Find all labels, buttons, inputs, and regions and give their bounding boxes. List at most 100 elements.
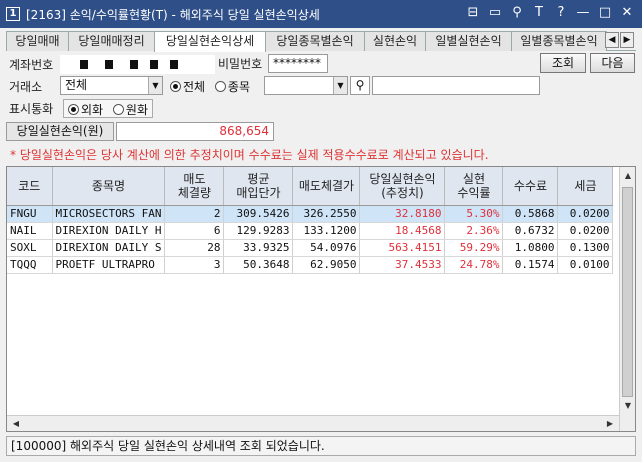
vertical-scrollbar[interactable]: ▲ ▼ [619, 167, 635, 431]
tab-daily-item-pnl[interactable]: 당일종목별손익 [265, 31, 365, 51]
window-icon[interactable]: ▭ [486, 4, 504, 22]
font-size-icon[interactable]: T [530, 4, 548, 22]
cell-avg: 129.9283 [223, 222, 294, 240]
cell-qty: 3 [164, 256, 225, 274]
cell-code: SOXL [7, 239, 53, 257]
cell-sell: 62.9050 [292, 256, 361, 274]
exchange-select[interactable]: 전체 ▼ [60, 76, 163, 95]
result-table: 코드 종목명 매도 체결량 평균 매입단가 매도체결가 당일실현손익 (추정치)… [7, 167, 614, 274]
title-bar: 1 [2163] 손익/수익률현황(T) - 해외주식 당일 실현손익상세 ⊟ … [0, 0, 642, 28]
horizontal-scrollbar[interactable]: ◀ ▶ [7, 415, 619, 431]
tab-left-icon[interactable]: ◀ [605, 32, 619, 48]
table-row[interactable]: SOXL DIREXION DAILY S 28 33.9325 54.0976… [7, 239, 614, 257]
currency-radio-group: 외화 원화 [63, 99, 154, 118]
col-sell-qty[interactable]: 매도 체결량 [164, 167, 225, 206]
summary-value: 868,654 [116, 122, 274, 141]
tab-daily-trade[interactable]: 당일매매 [6, 31, 69, 51]
currency-foreign-label: 외화 [81, 103, 104, 117]
notice-text: * 당일실현손익은 당사 계산에 의한 추정치이며 수수료는 실제 적용수수료로… [10, 148, 489, 162]
pin-icon[interactable]: ⚲ [508, 4, 526, 22]
cell-tax: 0.0200 [557, 222, 614, 240]
cell-pnl: 37.4533 [359, 256, 446, 274]
result-grid: 코드 종목명 매도 체결량 평균 매입단가 매도체결가 당일실현손익 (추정치)… [6, 166, 636, 432]
item-code-select[interactable]: ▼ [264, 76, 348, 95]
tab-right-icon[interactable]: ▶ [620, 32, 634, 48]
window-controls: ⊟ ▭ ⚲ T ? — □ ✕ [464, 4, 636, 22]
table-row[interactable]: NAIL DIREXION DAILY H 6 129.9283 133.120… [7, 222, 614, 240]
app-icon: 1 [6, 7, 20, 21]
tab-daily-item-realized[interactable]: 일별종목별손익 [511, 31, 607, 51]
cell-name: DIREXION DAILY S [52, 239, 166, 257]
cell-code: NAIL [7, 222, 53, 240]
cell-fee: 0.1574 [502, 256, 559, 274]
query-button[interactable]: 조회 [540, 53, 586, 73]
cell-sell: 326.2550 [292, 205, 361, 223]
cell-name: MICROSECTORS FAN [52, 205, 166, 223]
next-button[interactable]: 다음 [590, 53, 635, 73]
account-number-field[interactable] [60, 55, 215, 74]
cell-pnl: 18.4568 [359, 222, 446, 240]
tile-icon[interactable]: ⊟ [464, 4, 482, 22]
password-field[interactable]: ******** [268, 54, 328, 73]
cell-tax: 0.0200 [557, 205, 614, 223]
cell-rate: 24.78% [444, 256, 504, 274]
table-header-row: 코드 종목명 매도 체결량 평균 매입단가 매도체결가 당일실현손익 (추정치)… [7, 167, 614, 206]
scope-item-label: 종목 [227, 80, 251, 94]
cell-rate: 5.30% [444, 205, 504, 223]
exchange-value: 전체 [65, 78, 88, 92]
scroll-right-icon[interactable]: ▶ [603, 417, 617, 431]
item-name-field [372, 76, 540, 95]
col-avg-price[interactable]: 평균 매입단가 [223, 167, 294, 206]
cell-sell: 133.1200 [292, 222, 361, 240]
currency-won-radio[interactable] [112, 104, 124, 115]
tab-daily-trade-summary[interactable]: 당일매매정리 [68, 31, 155, 51]
cell-qty: 28 [164, 239, 225, 257]
cell-avg: 33.9325 [223, 239, 294, 257]
col-realized-pnl[interactable]: 당일실현손익 (추정치) [359, 167, 446, 206]
cell-sell: 54.0976 [292, 239, 361, 257]
summary-label: 당일실현손익(원) [6, 122, 114, 141]
scroll-down-icon[interactable]: ▼ [621, 399, 635, 413]
cell-tax: 0.0100 [557, 256, 614, 274]
col-sell-price[interactable]: 매도체결가 [292, 167, 361, 206]
cell-code: FNGU [7, 205, 53, 223]
currency-foreign-radio[interactable] [68, 104, 79, 115]
cell-fee: 0.6732 [502, 222, 559, 240]
help-icon[interactable]: ? [552, 4, 570, 22]
close-icon[interactable]: ✕ [618, 4, 636, 22]
col-fee[interactable]: 수수료 [502, 167, 559, 206]
tab-daily-realized-detail[interactable]: 당일실현손익상세 [154, 31, 266, 52]
vertical-scroll-thumb[interactable] [622, 187, 633, 397]
cell-pnl: 32.8180 [359, 205, 446, 223]
tab-scroll: ◀ ▶ [605, 32, 634, 48]
chevron-down-icon[interactable]: ▼ [333, 77, 347, 94]
cell-rate: 59.29% [444, 239, 504, 257]
col-code[interactable]: 코드 [7, 167, 53, 206]
search-icon[interactable]: ⚲ [350, 76, 370, 95]
minimize-icon[interactable]: — [574, 4, 592, 22]
tab-realized-pnl[interactable]: 실현손익 [364, 31, 426, 51]
cell-qty: 6 [164, 222, 225, 240]
tab-bar: 당일매매 당일매매정리 당일실현손익상세 당일종목별손익 실현손익 일별실현손익… [6, 31, 636, 52]
chevron-down-icon[interactable]: ▼ [148, 77, 162, 94]
scope-all-label: 전체 [183, 80, 206, 94]
scope-all-radio[interactable] [170, 81, 181, 92]
col-tax[interactable]: 세금 [557, 167, 614, 206]
currency-label: 표시통화 [9, 102, 54, 116]
window-title: [2163] 손익/수익률현황(T) - 해외주식 당일 실현손익상세 [26, 7, 320, 22]
maximize-icon[interactable]: □ [596, 4, 614, 22]
scroll-left-icon[interactable]: ◀ [9, 417, 23, 431]
cell-avg: 50.3648 [223, 256, 294, 274]
table-row[interactable]: TQQQ PROETF ULTRAPRO 3 50.3648 62.9050 3… [7, 256, 614, 274]
tab-daily-realized-pnl[interactable]: 일별실현손익 [425, 31, 512, 51]
col-name[interactable]: 종목명 [52, 167, 166, 206]
scope-item-radio[interactable] [214, 81, 226, 92]
col-return-rate[interactable]: 실현 수익률 [444, 167, 504, 206]
table-row[interactable]: FNGU MICROSECTORS FAN 2 309.5426 326.255… [7, 205, 614, 223]
scroll-up-icon[interactable]: ▲ [621, 169, 635, 183]
currency-won-label: 원화 [125, 103, 149, 117]
cell-tax: 0.1300 [557, 239, 614, 257]
cell-name: DIREXION DAILY H [52, 222, 166, 240]
cell-fee: 1.0800 [502, 239, 559, 257]
cell-pnl: 563.4151 [359, 239, 446, 257]
